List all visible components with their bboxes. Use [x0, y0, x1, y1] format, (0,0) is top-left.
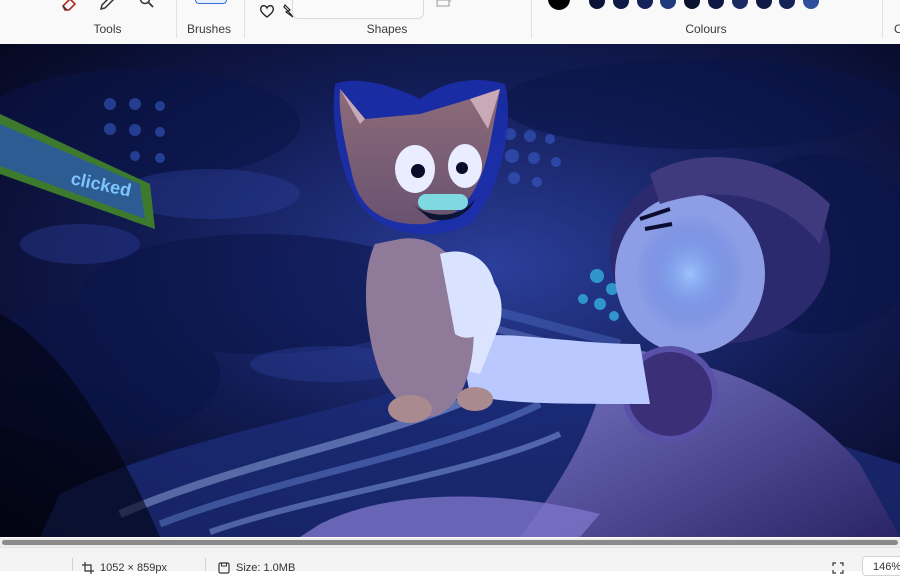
canvas-artwork: clicked — [0, 44, 900, 537]
file-size: Size: 1.0MB — [218, 562, 295, 574]
pencil-icon[interactable] — [98, 0, 116, 12]
save-disk-icon — [218, 562, 230, 574]
shapes-gallery[interactable] — [292, 0, 424, 19]
colours-label: Colours — [685, 22, 727, 36]
shapes-label: Shapes — [366, 22, 408, 36]
tools-label: Tools — [93, 22, 122, 36]
magnifier-icon[interactable] — [138, 0, 156, 12]
colours-group: Colours — [531, 0, 881, 44]
eraser-icon[interactable] — [60, 0, 78, 12]
status-bar: 1052 × 859px Size: 1.0MB 146% — [0, 547, 900, 576]
heart-shape-icon[interactable] — [259, 3, 275, 19]
brushes-label: Brushes — [186, 22, 232, 36]
horizontal-scrollbar[interactable] — [0, 538, 900, 547]
ribbon-toolbar: Tools Brushes Shapes Colours C — [0, 0, 900, 45]
canvas-dimensions: 1052 × 859px — [82, 562, 167, 574]
zoom-level-text: 146% — [873, 561, 900, 573]
crop-icon — [82, 562, 94, 574]
file-size-text: Size: 1.0MB — [236, 562, 296, 574]
dimensions-text: 1052 × 859px — [100, 562, 167, 574]
brush-button[interactable] — [195, 0, 227, 4]
next-group-label: C — [894, 22, 900, 36]
shape-fill-icon[interactable] — [436, 0, 452, 8]
ribbon-divider — [882, 0, 883, 38]
fit-to-window-icon[interactable] — [832, 562, 844, 574]
status-divider — [72, 558, 73, 571]
scrollbar-thumb[interactable] — [2, 540, 898, 545]
tools-group: Tools — [40, 0, 175, 44]
drawing-canvas[interactable]: clicked — [0, 44, 900, 537]
zoom-level-box[interactable]: 146% — [862, 556, 900, 576]
brushes-group: Brushes — [176, 0, 242, 44]
status-divider — [205, 558, 206, 571]
